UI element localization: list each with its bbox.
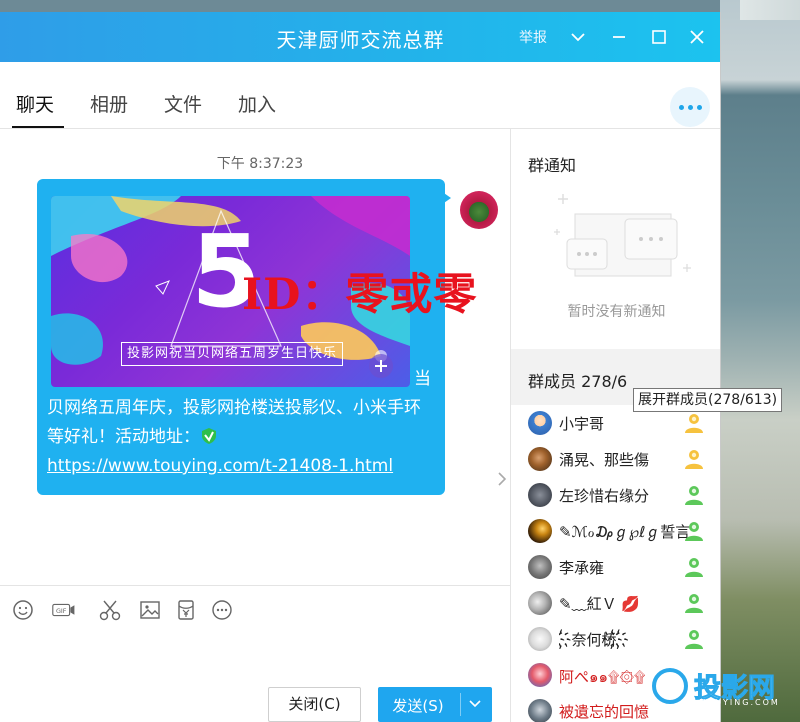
- message-text-line2: 贝网络五周年庆，投影网抢楼送投影仪、小米手环: [47, 398, 421, 418]
- site-logo: 投影网 TOUYING.COM: [652, 662, 792, 712]
- sender-avatar[interactable]: [460, 191, 498, 229]
- gif-icon[interactable]: GIF: [52, 598, 82, 622]
- svg-text:GIF: GIF: [56, 607, 67, 615]
- close-icon[interactable]: [686, 26, 708, 48]
- member-avatar: [528, 627, 552, 651]
- active-tab-indicator: [12, 126, 64, 128]
- member-avatar: [528, 699, 552, 722]
- owner-badge-icon: [685, 414, 703, 433]
- member-row[interactable]: ✎﹏紅Ｖ 💋: [511, 585, 720, 621]
- tab-join[interactable]: 加入: [238, 90, 276, 117]
- send-button[interactable]: 发送(S): [378, 687, 492, 722]
- message-link-line: https://www.touying.com/t-21408-1.html: [47, 452, 437, 481]
- message-timestamp: 下午 8:37:23: [216, 156, 304, 172]
- image-icon[interactable]: [138, 598, 162, 622]
- owner-badge-icon: [685, 450, 703, 469]
- close-button[interactable]: 关闭(C): [268, 687, 361, 722]
- more-options-button[interactable]: [670, 87, 710, 127]
- member-name: 涌晃、那些傷: [559, 451, 650, 469]
- members-tooltip: 展开群成员(278/613): [633, 388, 783, 412]
- scissors-icon[interactable]: [98, 598, 122, 622]
- send-button-label: 发送(S): [392, 697, 444, 715]
- id-watermark: ID：零或零: [242, 270, 478, 320]
- logo-ring-icon: [652, 668, 688, 704]
- tab-album[interactable]: 相册: [90, 90, 128, 117]
- member-row[interactable]: ҉҉奈何桥҉҉: [511, 621, 720, 657]
- tab-chat[interactable]: 聊天: [16, 90, 54, 117]
- maximize-icon[interactable]: [648, 26, 670, 48]
- desktop-scenery: [740, 0, 800, 20]
- member-name: 被遺忘的回憶: [559, 703, 650, 721]
- empty-notice-illustration: [554, 194, 691, 277]
- bubble-tail: [441, 191, 451, 205]
- desktop-background: [720, 0, 800, 722]
- member-name: ҉҉奈何桥҉҉: [559, 631, 630, 649]
- message-link[interactable]: https://www.touying.com/t-21408-1.html: [47, 456, 393, 476]
- minimize-icon[interactable]: [608, 26, 630, 48]
- tab-files[interactable]: 文件: [164, 90, 202, 117]
- chat-area[interactable]: 下午 8:37:23 5 投影网祝当贝网络五周岁生日快乐 当 贝网络五周年庆，投…: [0, 129, 510, 576]
- group-side-panel: 群通知 暂时没有新通知 群成员 278/6 小宇哥 涌晃、那些傷 左珍惜右缘分 …: [510, 129, 720, 722]
- tab-bar: 聊天 相册 文件 加入: [0, 62, 720, 129]
- more-icon[interactable]: [210, 598, 234, 622]
- message-text-line1: 当: [414, 369, 431, 389]
- member-row[interactable]: 李承雍: [511, 549, 720, 585]
- verified-icon: [202, 428, 216, 444]
- member-name: 左珍惜右缘分: [559, 487, 650, 505]
- logo-subtext: TOUYING.COM: [700, 698, 780, 707]
- member-row[interactable]: 左珍惜右缘分: [511, 477, 720, 513]
- message-bubble[interactable]: 5 投影网祝当贝网络五周岁生日快乐 当 贝网络五周年庆，投影网抢楼送投影仪、小米…: [37, 179, 445, 495]
- admin-badge-icon: [685, 594, 703, 613]
- collapse-panel-icon[interactable]: [494, 459, 510, 499]
- admin-badge-icon: [685, 522, 703, 541]
- member-avatar: [528, 663, 552, 687]
- member-name: 小宇哥: [559, 415, 605, 433]
- admin-badge-icon: [685, 486, 703, 505]
- member-row[interactable]: ✎ℳℴ₯ℊ℘ℓℊ誓言: [511, 513, 720, 549]
- report-button[interactable]: 举报: [519, 27, 547, 47]
- member-row[interactable]: 涌晃、那些傷: [511, 441, 720, 477]
- member-avatar: [528, 447, 552, 471]
- chat-window: 天津厨师交流总群 举报 聊天 相册 文件 加入 下午 8:37:23 5 投影网…: [0, 12, 721, 722]
- input-toolbar: GIF: [0, 585, 510, 635]
- empty-notice-text: 暂时没有新通知: [567, 304, 666, 320]
- send-options-chevron-icon[interactable]: [465, 696, 485, 712]
- admin-badge-icon: [685, 630, 703, 649]
- member-name: 阿ぺ๑๑۩۞۩: [559, 668, 646, 686]
- member-name: 李承雍: [559, 559, 605, 577]
- chevron-down-icon[interactable]: [567, 26, 589, 48]
- message-text-line3: 等好礼！活动地址：: [47, 423, 437, 452]
- members-count-label: 群成员 278/6: [528, 372, 628, 391]
- emoji-icon[interactable]: [11, 598, 35, 622]
- member-avatar: [528, 483, 552, 507]
- member-avatar: [528, 519, 552, 543]
- member-name: ✎﹏紅Ｖ 💋: [559, 595, 641, 613]
- message-text-line3-text: 等好礼！活动地址：: [47, 427, 200, 447]
- banner-caption: 投影网祝当贝网络五周岁生日快乐: [121, 342, 343, 366]
- admin-badge-icon: [685, 558, 703, 577]
- red-packet-icon[interactable]: [174, 598, 198, 622]
- group-notice-title: 群通知: [528, 156, 577, 175]
- member-avatar: [528, 591, 552, 615]
- member-avatar: [528, 411, 552, 435]
- send-button-divider: [460, 693, 461, 716]
- title-bar[interactable]: 天津厨师交流总群 举报: [0, 12, 720, 62]
- member-name: ✎ℳℴ₯ℊ℘ℓℊ誓言: [559, 523, 691, 541]
- member-avatar: [528, 555, 552, 579]
